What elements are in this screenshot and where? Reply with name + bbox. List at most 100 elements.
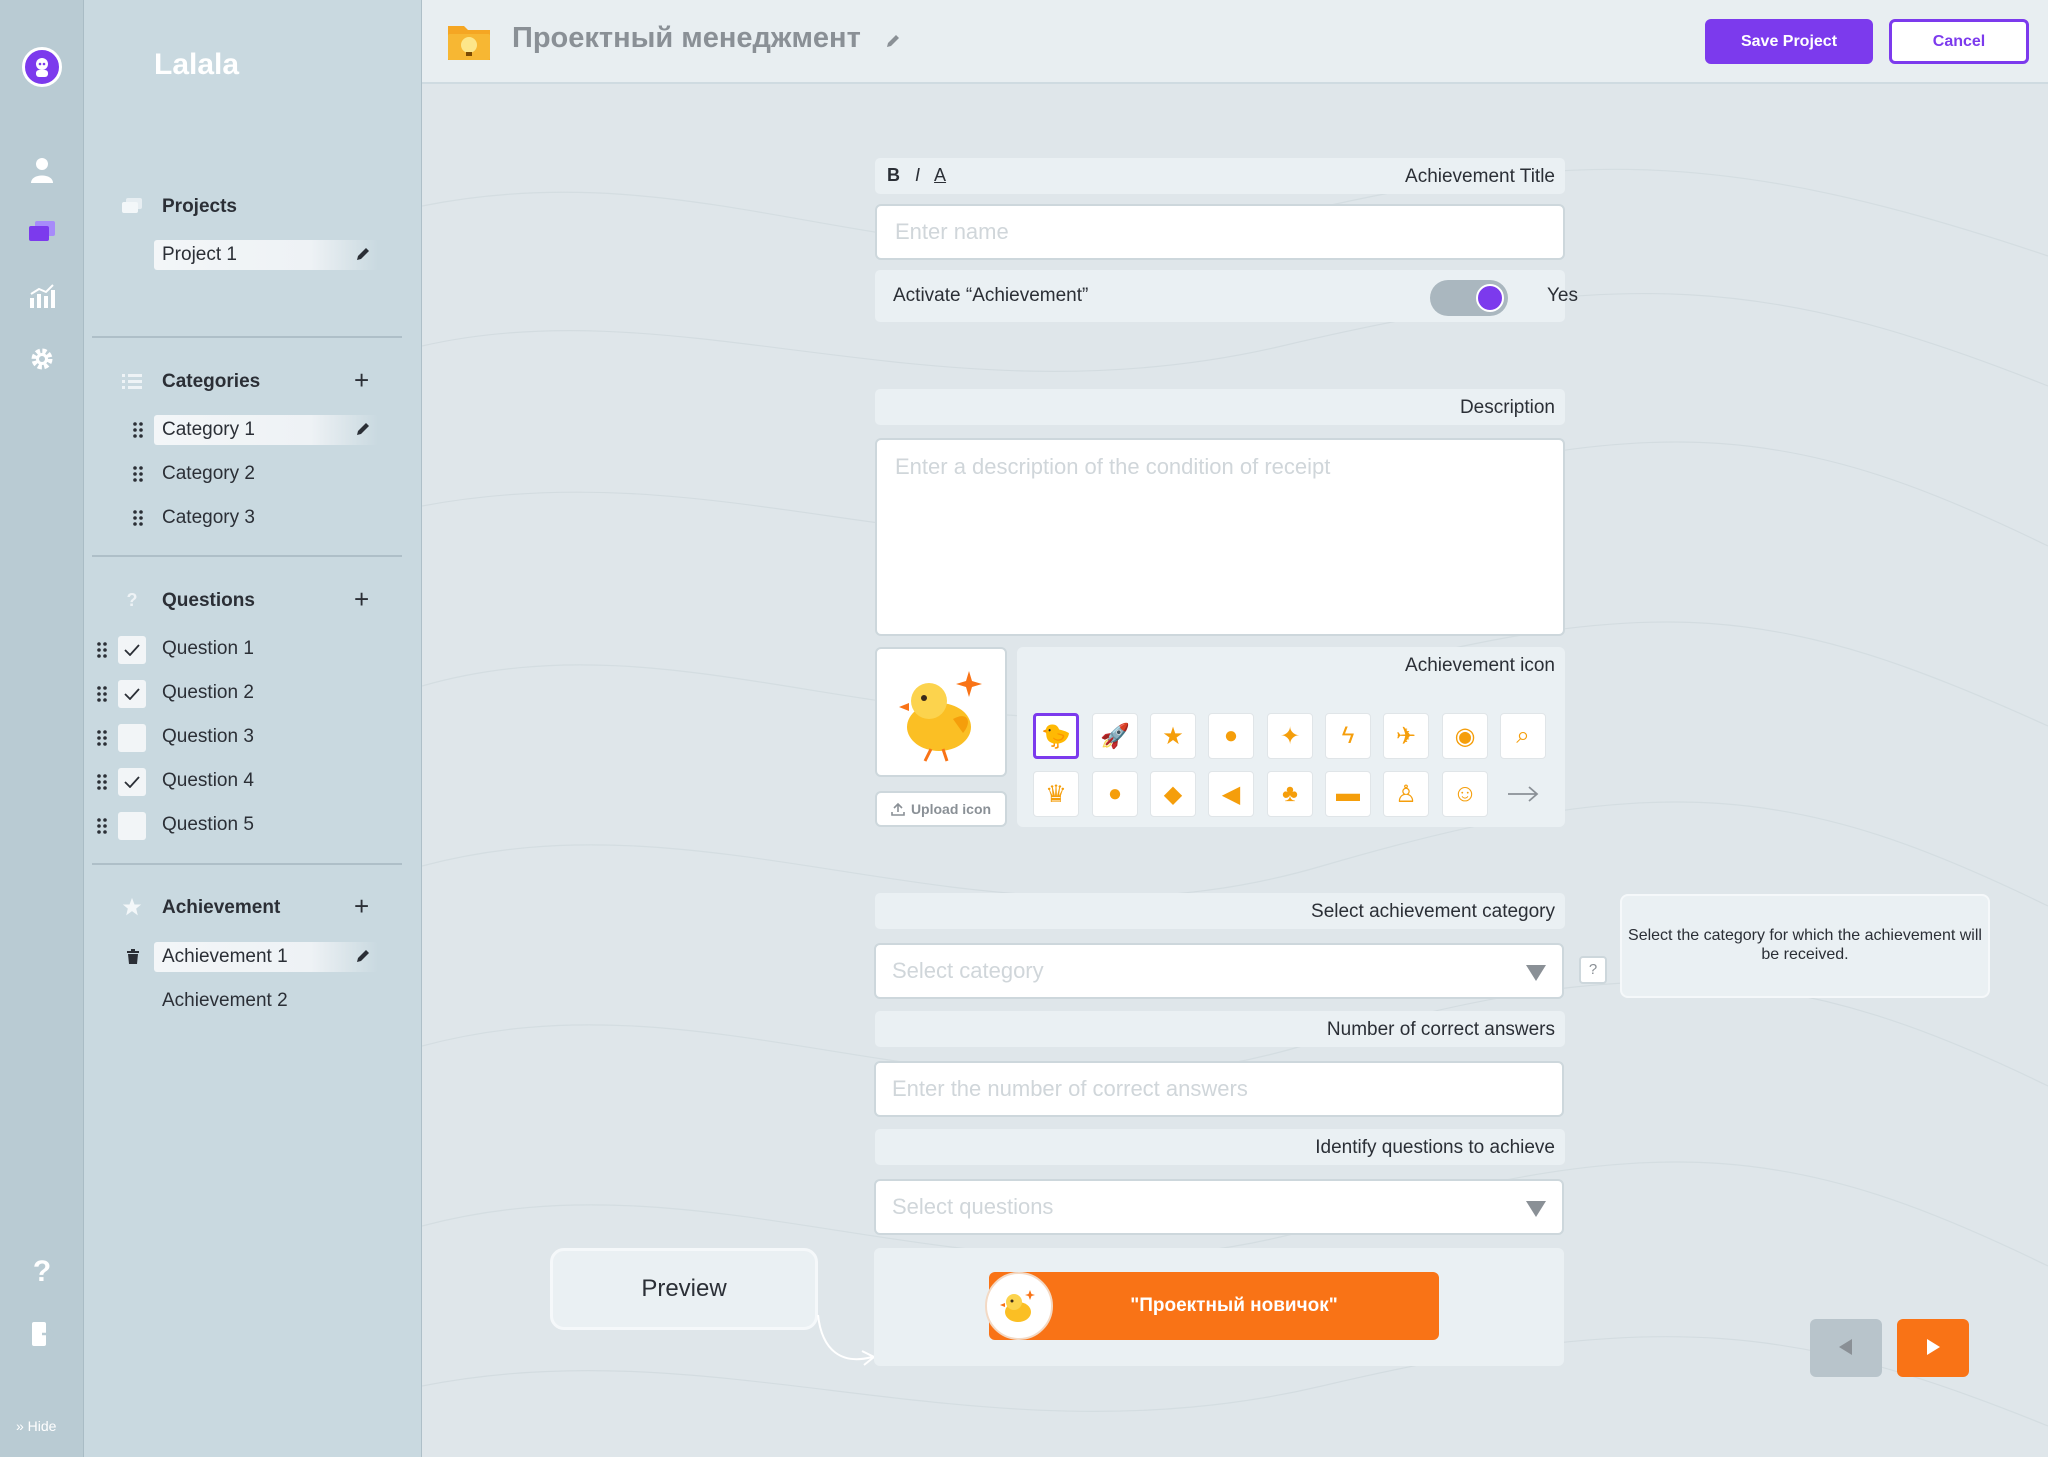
apple-icon[interactable]: ● bbox=[1092, 771, 1138, 817]
logo-icon[interactable] bbox=[22, 47, 62, 87]
triangle-left-icon bbox=[1839, 1338, 1852, 1355]
badge-preview-area: "Проектный новичок" bbox=[874, 1248, 1564, 1366]
category-placeholder: Select category bbox=[892, 958, 1044, 983]
next-icons-arrow-icon[interactable] bbox=[1507, 784, 1539, 809]
diamond-icon[interactable]: ◆ bbox=[1150, 771, 1196, 817]
palm-icon[interactable]: ♣ bbox=[1267, 771, 1313, 817]
sidebar-item-question-2[interactable]: Question 2 bbox=[154, 678, 378, 708]
question-checkbox[interactable] bbox=[118, 636, 146, 664]
pencil-icon[interactable] bbox=[354, 245, 372, 263]
folder-icon bbox=[122, 196, 142, 216]
text-color-button[interactable]: A bbox=[934, 165, 946, 185]
search-icon[interactable]: ⌕ bbox=[1500, 713, 1546, 759]
drag-handle-icon[interactable] bbox=[96, 817, 108, 835]
curved-arrow-icon bbox=[817, 1314, 876, 1366]
sidebar-item-achievement-2[interactable]: Achievement 2 bbox=[154, 986, 378, 1016]
question-icon: ? bbox=[126, 589, 138, 610]
sidebar-item-question-3[interactable]: Question 3 bbox=[154, 722, 378, 752]
achievement-section-header: Achievement + bbox=[84, 891, 422, 923]
sidebar-item-question-5[interactable]: Question 5 bbox=[154, 810, 378, 840]
bold-button[interactable]: B bbox=[887, 165, 900, 185]
pencil-icon[interactable] bbox=[354, 420, 372, 438]
questions-select[interactable]: Select questions bbox=[874, 1179, 1564, 1235]
sidebar-item-category-1[interactable]: Category 1 bbox=[154, 415, 378, 445]
add-achievement-button[interactable]: + bbox=[354, 892, 369, 920]
team-icon[interactable]: ☺ bbox=[1442, 771, 1488, 817]
help-icon[interactable]: ? bbox=[26, 1255, 58, 1288]
upload-icon-button[interactable]: Upload icon bbox=[875, 791, 1007, 827]
trophy-person-icon[interactable]: ♙ bbox=[1383, 771, 1429, 817]
sidebar-item-achievement-1[interactable]: Achievement 1 bbox=[154, 942, 378, 972]
brand-name: Lalala bbox=[154, 48, 240, 81]
question-checkbox[interactable] bbox=[118, 724, 146, 752]
sidebar-item-category-3[interactable]: Category 3 bbox=[154, 503, 378, 533]
triangle-right-icon bbox=[1927, 1338, 1940, 1355]
questions-section-header: ? Questions + bbox=[84, 584, 422, 616]
sidebar-item-category-2[interactable]: Category 2 bbox=[154, 459, 378, 489]
italic-button[interactable]: I bbox=[915, 165, 920, 185]
pencil-icon[interactable] bbox=[354, 947, 372, 965]
drag-handle-icon[interactable] bbox=[132, 421, 144, 439]
chat-icon[interactable]: ▬ bbox=[1325, 771, 1371, 817]
activate-toggle[interactable] bbox=[1430, 280, 1508, 316]
previous-button[interactable] bbox=[1810, 1319, 1882, 1377]
achievement-label: Achievement 2 bbox=[162, 990, 288, 1011]
drag-handle-icon[interactable] bbox=[96, 641, 108, 659]
user-icon[interactable] bbox=[26, 154, 58, 186]
rocket-icon[interactable]: 🚀 bbox=[1092, 713, 1138, 759]
bulb-icon[interactable]: ● bbox=[1208, 713, 1254, 759]
achievement-title: Achievement bbox=[162, 897, 281, 918]
question-checkbox[interactable] bbox=[118, 768, 146, 796]
title-label-bar: B I A Achievement Title bbox=[875, 158, 1565, 194]
megaphone-icon[interactable]: ◀ bbox=[1208, 771, 1254, 817]
edit-title-icon[interactable] bbox=[884, 32, 904, 52]
cancel-button[interactable]: Cancel bbox=[1889, 19, 2029, 64]
drag-handle-icon[interactable] bbox=[96, 729, 108, 747]
project-label: Project 1 bbox=[162, 244, 237, 265]
description-textarea[interactable]: Enter a description of the condition of … bbox=[875, 438, 1565, 636]
dropdown-arrow-icon bbox=[1526, 1201, 1546, 1217]
settings-icon[interactable] bbox=[26, 343, 58, 375]
drag-handle-icon[interactable] bbox=[96, 773, 108, 791]
projects-title: Projects bbox=[162, 196, 237, 217]
crown-icon[interactable]: ♛ bbox=[1033, 771, 1079, 817]
projects-icon[interactable] bbox=[26, 216, 58, 248]
question-checkbox[interactable] bbox=[118, 812, 146, 840]
divider bbox=[92, 863, 402, 865]
category-hint-tooltip: Select the category for which the achiev… bbox=[1620, 894, 1990, 998]
achievement-name-input[interactable]: Enter name bbox=[875, 204, 1565, 260]
category-select[interactable]: Select category bbox=[874, 943, 1564, 999]
next-button[interactable] bbox=[1897, 1319, 1969, 1377]
preview-button[interactable]: Preview bbox=[550, 1248, 818, 1330]
category-help-button[interactable]: ? bbox=[1579, 956, 1607, 984]
trash-icon[interactable] bbox=[126, 948, 142, 966]
eye-icon[interactable]: ◉ bbox=[1442, 713, 1488, 759]
correct-answers-input[interactable]: Enter the number of correct answers bbox=[874, 1061, 1564, 1117]
sidebar-item-question-4[interactable]: Question 4 bbox=[154, 766, 378, 796]
question-label: Question 2 bbox=[162, 682, 254, 703]
divider bbox=[92, 555, 402, 557]
puzzle-icon[interactable]: ✦ bbox=[1267, 713, 1313, 759]
add-category-button[interactable]: + bbox=[354, 366, 369, 394]
description-label-bar: Description bbox=[875, 389, 1565, 425]
sidebar-item-question-1[interactable]: Question 1 bbox=[154, 634, 378, 664]
lightning-icon[interactable]: ϟ bbox=[1325, 713, 1371, 759]
analytics-icon[interactable] bbox=[26, 280, 58, 312]
hide-sidebar-button[interactable]: » Hide bbox=[16, 1418, 56, 1434]
drag-handle-icon[interactable] bbox=[132, 465, 144, 483]
logout-icon[interactable] bbox=[26, 1318, 58, 1350]
airplane-icon[interactable]: ✈ bbox=[1383, 713, 1429, 759]
drag-handle-icon[interactable] bbox=[96, 685, 108, 703]
drag-handle-icon[interactable] bbox=[132, 509, 144, 527]
chick-icon[interactable]: 🐤 bbox=[1033, 713, 1079, 759]
star-icon[interactable]: ★ bbox=[1150, 713, 1196, 759]
category-label: Select achievement category bbox=[1311, 901, 1555, 922]
add-question-button[interactable]: + bbox=[354, 585, 369, 613]
categories-section-header: Categories + bbox=[84, 365, 422, 397]
save-project-button[interactable]: Save Project bbox=[1705, 19, 1873, 64]
sidebar-item-project-1[interactable]: Project 1 bbox=[154, 240, 378, 270]
question-checkbox[interactable] bbox=[118, 680, 146, 708]
category-label: Category 1 bbox=[162, 419, 255, 440]
name-placeholder: Enter name bbox=[895, 219, 1009, 244]
category-label: Category 3 bbox=[162, 507, 255, 528]
